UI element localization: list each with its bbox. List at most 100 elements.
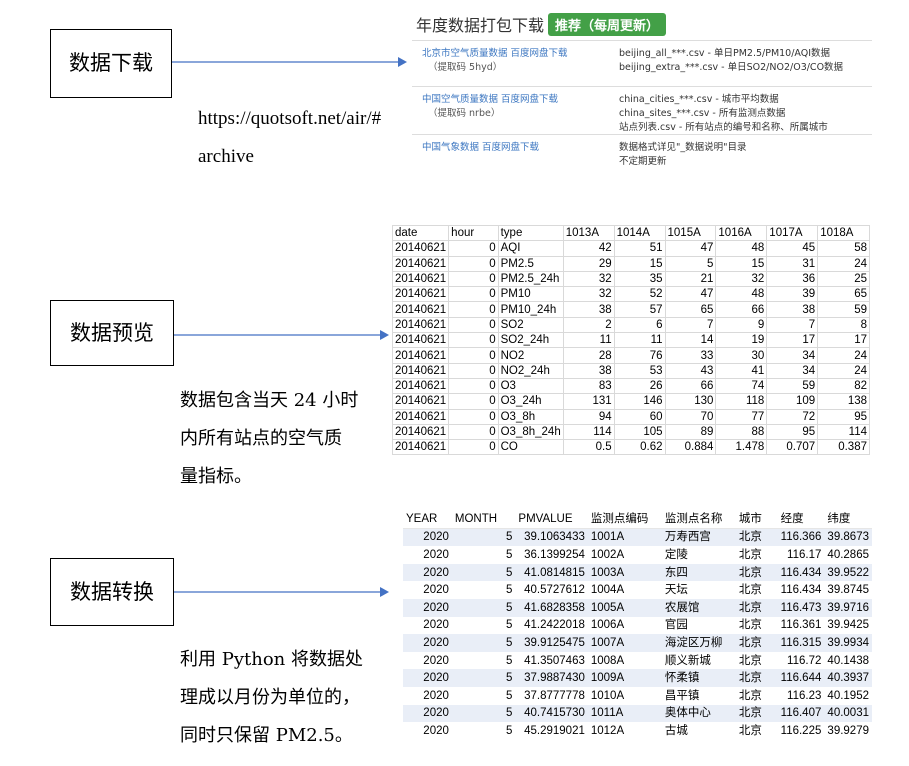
link-china-download[interactable]: 中国空气质量数据 百度网盘下载 xyxy=(422,93,558,107)
table-cell[interactable]: 32 xyxy=(562,286,615,303)
column-header[interactable]: 1013A xyxy=(562,224,615,242)
table-cell[interactable]: 34 xyxy=(766,362,819,379)
table-cell[interactable]: 26 xyxy=(613,377,666,395)
table-cell[interactable]: 古城 xyxy=(662,722,736,740)
table-cell[interactable]: 0 xyxy=(448,332,499,349)
table-cell[interactable]: 40.3937 xyxy=(824,669,872,687)
table-cell[interactable]: 北京 xyxy=(736,546,778,564)
table-cell[interactable]: 东四 xyxy=(661,563,736,582)
table-cell[interactable]: 0 xyxy=(448,439,499,456)
table-cell[interactable]: 7 xyxy=(664,316,717,334)
table-cell[interactable]: 34 xyxy=(766,347,819,364)
table-cell[interactable]: 1004A xyxy=(588,581,662,599)
table-cell[interactable]: 0 xyxy=(448,362,499,379)
table-cell[interactable]: 30 xyxy=(715,347,768,364)
table-cell[interactable]: 41.2422018 xyxy=(515,617,587,635)
table-cell[interactable]: 5 xyxy=(451,598,516,617)
table-cell[interactable]: 45.2919021 xyxy=(515,722,587,740)
table-cell[interactable]: 105 xyxy=(613,423,666,441)
table-cell[interactable]: 48 xyxy=(715,286,768,303)
table-cell[interactable]: 20140621 xyxy=(391,362,450,379)
table-cell[interactable]: 89 xyxy=(664,423,717,441)
table-cell[interactable]: 8 xyxy=(817,316,870,334)
table-cell[interactable]: 20140621 xyxy=(391,423,450,441)
table-cell[interactable]: 59 xyxy=(817,301,870,318)
table-cell[interactable]: 顺义新城 xyxy=(662,652,736,670)
table-cell[interactable]: 39.9522 xyxy=(824,563,872,582)
table-cell[interactable]: 58 xyxy=(817,240,870,257)
column-header[interactable]: 纬度 xyxy=(824,510,872,529)
column-header[interactable]: type xyxy=(497,224,564,242)
table-cell[interactable]: 0 xyxy=(448,255,499,272)
table-cell[interactable]: NO2 xyxy=(497,347,564,364)
table-cell[interactable]: 0 xyxy=(448,347,499,364)
table-cell[interactable]: 95 xyxy=(766,423,819,441)
table-cell[interactable]: 138 xyxy=(817,393,870,410)
table-cell[interactable]: 36 xyxy=(766,270,819,288)
table-cell[interactable]: 1007A xyxy=(587,634,662,652)
table-cell[interactable]: 77 xyxy=(715,408,768,425)
table-cell[interactable]: 76 xyxy=(613,347,666,364)
table-cell[interactable]: 怀柔镇 xyxy=(661,669,736,687)
table-cell[interactable]: 94 xyxy=(562,408,615,425)
table-cell[interactable]: 39.9425 xyxy=(824,617,872,635)
table-cell[interactable]: 1012A xyxy=(588,722,662,740)
table-cell[interactable]: AQI xyxy=(497,240,564,257)
table-cell[interactable]: 24 xyxy=(817,362,870,379)
table-cell[interactable]: 15 xyxy=(715,255,768,272)
table-cell[interactable]: 6 xyxy=(613,316,666,334)
table-cell[interactable]: 59 xyxy=(766,377,819,395)
column-header[interactable]: 1016A xyxy=(715,224,768,242)
table-cell[interactable]: 118 xyxy=(715,393,768,410)
table-cell[interactable]: 20140621 xyxy=(391,301,450,318)
table-cell[interactable]: 11 xyxy=(562,332,615,349)
table-cell[interactable]: 51 xyxy=(613,240,666,257)
table-cell[interactable]: 昌平镇 xyxy=(662,687,736,705)
table-cell[interactable]: 2020 xyxy=(403,563,452,582)
table-cell[interactable]: 116.225 xyxy=(778,722,825,740)
table-cell[interactable]: 0.884 xyxy=(664,439,717,456)
column-header[interactable]: MONTH xyxy=(451,510,516,529)
table-cell[interactable]: 37.9887430 xyxy=(515,669,588,687)
table-cell[interactable]: PM2.5 xyxy=(497,255,564,272)
table-cell[interactable]: 114 xyxy=(817,423,870,441)
table-cell[interactable]: 66 xyxy=(664,377,717,395)
table-cell[interactable]: O3_24h xyxy=(497,393,564,410)
table-cell[interactable]: 2020 xyxy=(403,669,452,687)
table-cell[interactable]: 7 xyxy=(766,316,819,334)
table-cell[interactable]: 0 xyxy=(448,408,499,425)
table-cell[interactable]: 39.9125475 xyxy=(515,634,588,652)
table-cell[interactable]: 114 xyxy=(562,423,615,441)
column-header[interactable]: PMVALUE xyxy=(515,510,588,529)
table-cell[interactable]: 5 xyxy=(451,563,516,582)
table-cell[interactable]: 1003A xyxy=(587,563,662,582)
table-cell[interactable]: 47 xyxy=(664,240,717,257)
column-header[interactable]: hour xyxy=(448,224,499,242)
table-cell[interactable]: 35 xyxy=(613,270,666,288)
table-cell[interactable]: 2020 xyxy=(403,687,452,705)
table-cell[interactable]: 2020 xyxy=(403,652,452,670)
table-cell[interactable]: 39.8745 xyxy=(824,581,872,599)
table-cell[interactable]: 北京 xyxy=(735,634,778,652)
link-beijing-download[interactable]: 北京市空气质量数据 百度网盘下载 xyxy=(422,47,568,61)
column-header[interactable]: 1018A xyxy=(817,224,870,242)
table-cell[interactable]: 北京 xyxy=(736,652,778,670)
table-cell[interactable]: 5 xyxy=(452,581,516,599)
table-cell[interactable]: PM10 xyxy=(497,286,564,303)
table-cell[interactable]: 88 xyxy=(715,423,768,441)
table-cell[interactable]: 20140621 xyxy=(391,255,450,272)
table-cell[interactable]: SO2 xyxy=(497,316,564,334)
table-cell[interactable]: 116.473 xyxy=(777,598,825,617)
table-cell[interactable]: 40.7415730 xyxy=(515,704,588,723)
table-cell[interactable]: 北京 xyxy=(735,563,778,582)
table-cell[interactable]: 116.23 xyxy=(778,687,825,705)
table-cell[interactable]: 5 xyxy=(451,528,516,547)
table-cell[interactable]: 20140621 xyxy=(391,439,450,456)
table-cell[interactable]: 2020 xyxy=(403,528,452,547)
table-cell[interactable]: 15 xyxy=(613,255,666,272)
table-cell[interactable]: 131 xyxy=(562,393,615,410)
table-cell[interactable]: 5 xyxy=(451,634,516,652)
table-cell[interactable]: 24 xyxy=(817,347,870,364)
table-cell[interactable]: 5 xyxy=(664,255,717,272)
column-header[interactable]: YEAR xyxy=(403,510,452,529)
